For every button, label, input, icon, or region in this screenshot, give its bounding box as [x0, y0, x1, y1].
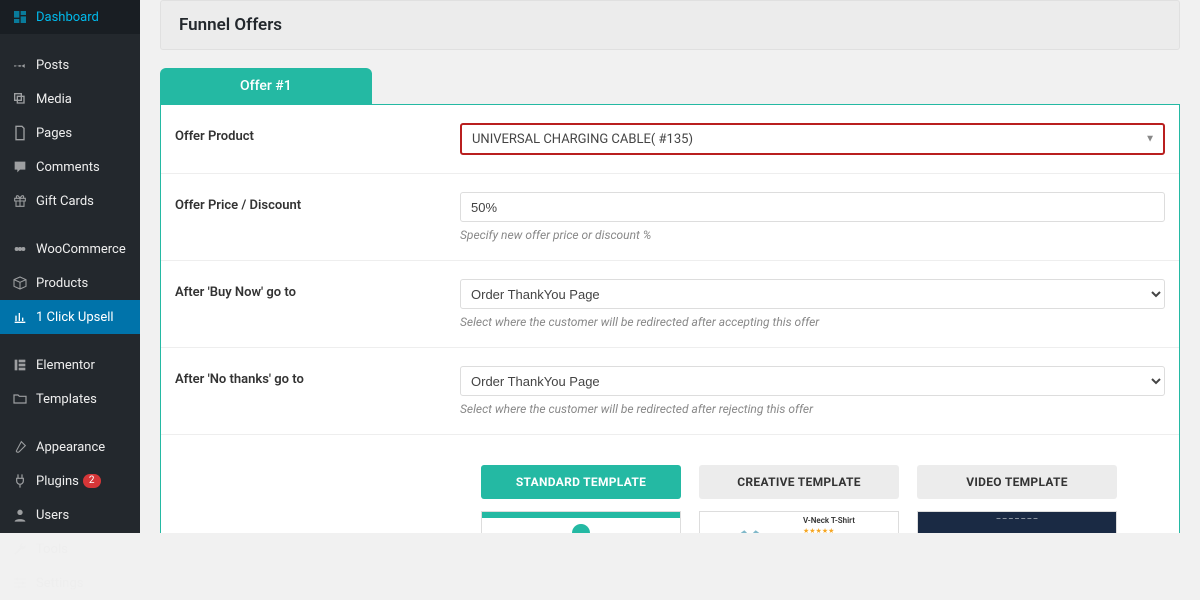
label-after-no: After 'No thanks' go to — [175, 366, 460, 416]
sidebar-item-gift-cards[interactable]: Gift Cards — [0, 184, 140, 218]
creative-template-preview[interactable]: V-Neck T-Shirt ★★★★★ — — — $15.00 — [699, 511, 899, 533]
sidebar-item-users[interactable]: Users — [0, 498, 140, 532]
offer-tabs: Offer #1 — [160, 68, 1180, 104]
sidebar-item-plugins[interactable]: Plugins 2 — [0, 464, 140, 498]
video-template-button[interactable]: VIDEO TEMPLATE — [917, 465, 1117, 499]
sidebar-item-label: Elementor — [36, 358, 95, 373]
admin-sidebar: Dashboard Posts Media Pages Comments Gift Car… — [0, 0, 140, 533]
wrench-icon — [10, 539, 30, 559]
creative-preview-title: V-Neck T-Shirt — [803, 516, 894, 525]
sidebar-item-products[interactable]: Products — [0, 266, 140, 300]
plug-icon — [10, 471, 30, 491]
media-icon — [10, 89, 30, 109]
tab-offer-1[interactable]: Offer #1 — [160, 68, 372, 104]
sliders-icon — [10, 573, 30, 593]
hint-after-no: Select where the customer will be redire… — [460, 402, 1165, 416]
page-icon — [10, 123, 30, 143]
row-after-buy: After 'Buy Now' go to Order ThankYou Pag… — [161, 261, 1179, 348]
gift-icon — [10, 191, 30, 211]
sidebar-item-label: Dashboard — [36, 10, 99, 25]
folder-icon — [10, 389, 30, 409]
chevron-down-icon: ▼ — [1145, 134, 1155, 145]
tshirt-icon — [733, 526, 767, 533]
user-icon — [10, 505, 30, 525]
label-offer-price: Offer Price / Discount — [175, 192, 460, 242]
row-after-no: After 'No thanks' go to Order ThankYou P… — [161, 348, 1179, 435]
main-content: Funnel Offers Offer #1 Offer Product UNI… — [140, 0, 1200, 533]
offer-price-input[interactable] — [460, 192, 1165, 222]
row-offer-product: Offer Product UNIVERSAL CHARGING CABLE( … — [161, 105, 1179, 174]
sidebar-item-posts[interactable]: Posts — [0, 48, 140, 82]
sidebar-item-woocommerce[interactable]: WooCommerce — [0, 232, 140, 266]
woo-icon — [10, 239, 30, 259]
template-standard: STANDARD TEMPLATE — [481, 465, 681, 533]
sidebar-item-elementor[interactable]: Elementor — [0, 348, 140, 382]
star-icon: ★★★★★ — [803, 527, 894, 533]
hint-offer-price: Specify new offer price or discount % — [460, 228, 1165, 242]
sidebar-item-label: Comments — [36, 160, 100, 175]
sidebar-item-label: Plugins — [36, 474, 79, 489]
creative-template-button[interactable]: CREATIVE TEMPLATE — [699, 465, 899, 499]
sidebar-item-label: Products — [36, 276, 88, 291]
sidebar-item-1-click-upsell[interactable]: 1 Click Upsell — [0, 300, 140, 334]
sidebar-item-label: Templates — [36, 392, 97, 407]
template-creative: CREATIVE TEMPLATE V-Neck T-Shirt ★★★★★ —… — [699, 465, 899, 533]
label-after-buy: After 'Buy Now' go to — [175, 279, 460, 329]
sidebar-item-label: Posts — [36, 58, 69, 73]
after-no-select[interactable]: Order ThankYou Page — [460, 366, 1165, 396]
pin-icon — [10, 55, 30, 75]
hint-after-buy: Select where the customer will be redire… — [460, 315, 1165, 329]
page-title: Funnel Offers — [160, 0, 1180, 50]
offer-product-value: UNIVERSAL CHARGING CABLE( #135) — [472, 132, 693, 147]
templates-row: STANDARD TEMPLATE CREATIVE TEMPLATE V-Ne… — [161, 435, 1179, 533]
sidebar-item-settings[interactable]: Settings — [0, 566, 140, 600]
sidebar-item-templates[interactable]: Templates — [0, 382, 140, 416]
sidebar-item-dashboard[interactable]: Dashboard — [0, 0, 140, 34]
offer-panel: Offer Product UNIVERSAL CHARGING CABLE( … — [160, 104, 1180, 533]
sidebar-item-appearance[interactable]: Appearance — [0, 430, 140, 464]
update-badge: 2 — [83, 474, 101, 488]
dashboard-icon — [10, 7, 30, 27]
row-offer-price: Offer Price / Discount Specify new offer… — [161, 174, 1179, 261]
sidebar-item-label: Appearance — [36, 440, 105, 455]
sidebar-item-label: 1 Click Upsell — [36, 310, 114, 325]
sidebar-item-label: Settings — [36, 576, 83, 591]
elementor-icon — [10, 355, 30, 375]
standard-template-button[interactable]: STANDARD TEMPLATE — [481, 465, 681, 499]
sidebar-item-label: Tools — [36, 542, 68, 557]
sidebar-item-comments[interactable]: Comments — [0, 150, 140, 184]
chart-icon — [10, 307, 30, 327]
brush-icon — [10, 437, 30, 457]
sidebar-item-pages[interactable]: Pages — [0, 116, 140, 150]
sidebar-item-label: Pages — [36, 126, 72, 141]
sidebar-item-label: Users — [36, 508, 69, 523]
comment-icon — [10, 157, 30, 177]
sidebar-item-label: Gift Cards — [36, 194, 94, 209]
sidebar-item-tools[interactable]: Tools — [0, 532, 140, 566]
offer-product-select[interactable]: UNIVERSAL CHARGING CABLE( #135) ▼ — [460, 123, 1165, 155]
label-offer-product: Offer Product — [175, 123, 460, 155]
video-template-preview[interactable]: — — — — — — — ▶ — [917, 511, 1117, 533]
sidebar-item-label: WooCommerce — [36, 242, 126, 257]
after-buy-select[interactable]: Order ThankYou Page — [460, 279, 1165, 309]
standard-template-preview[interactable] — [481, 511, 681, 533]
template-video: VIDEO TEMPLATE — — — — — — — ▶ — [917, 465, 1117, 533]
sidebar-item-label: Media — [36, 92, 72, 107]
sidebar-item-media[interactable]: Media — [0, 82, 140, 116]
box-icon — [10, 273, 30, 293]
